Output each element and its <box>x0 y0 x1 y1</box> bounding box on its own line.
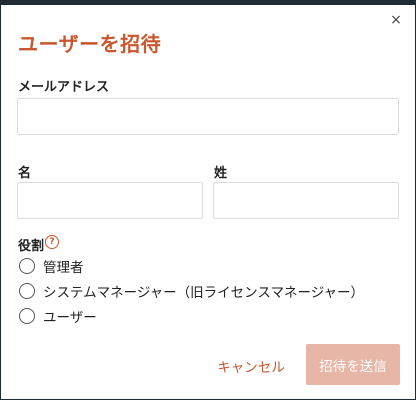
dialog-title: ユーザーを招待 <box>18 32 162 56</box>
role-option-label: ユーザー <box>43 310 97 326</box>
first-name-label: 名 <box>18 166 32 181</box>
email-label: メールアドレス <box>18 80 110 95</box>
radio-button[interactable] <box>19 258 35 274</box>
role-option-label: システムマネージャー（旧ライセンスマネージャー） <box>43 285 365 301</box>
send-invite-button[interactable]: 招待を送信 <box>306 344 400 385</box>
role-option-user[interactable]: ユーザー <box>19 306 97 326</box>
cancel-button[interactable]: キャンセル <box>213 347 289 385</box>
role-option-label: 管理者 <box>43 260 84 276</box>
close-icon[interactable]: × <box>389 13 403 27</box>
first-name-field[interactable] <box>17 182 203 219</box>
role-option-admin[interactable]: 管理者 <box>19 256 84 276</box>
radio-button[interactable] <box>19 283 35 299</box>
role-option-system-manager[interactable]: システムマネージャー（旧ライセンスマネージャー） <box>19 281 364 301</box>
invite-user-dialog: × ユーザーを招待 メールアドレス 名 姓 役割 ? 管理者 システムマネージャ… <box>1 5 415 399</box>
last-name-label: 姓 <box>214 166 228 181</box>
radio-button[interactable] <box>19 308 35 324</box>
help-icon[interactable]: ? <box>45 235 59 249</box>
last-name-field[interactable] <box>213 182 399 219</box>
email-field[interactable] <box>17 98 399 135</box>
role-label: 役割 <box>18 239 45 254</box>
